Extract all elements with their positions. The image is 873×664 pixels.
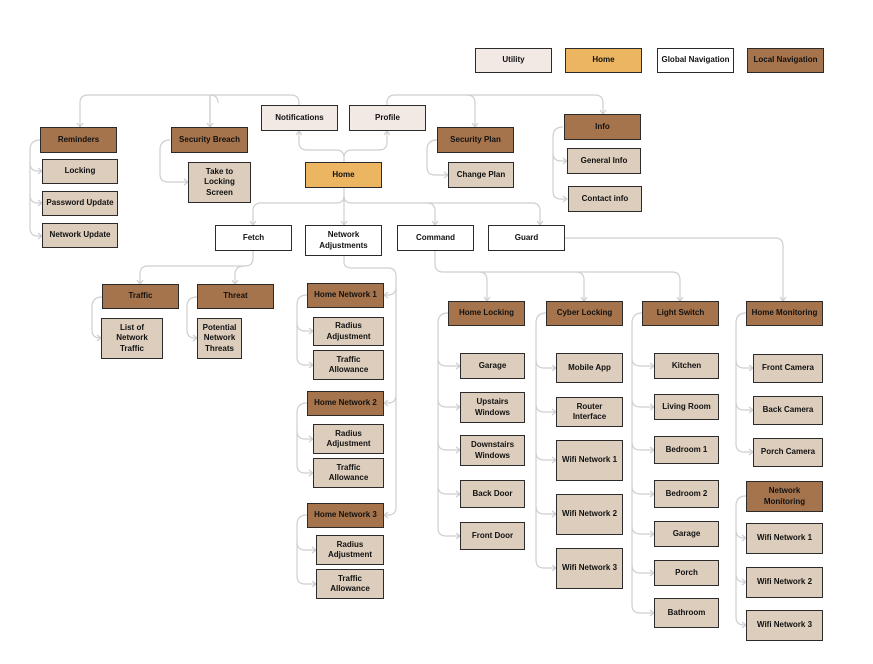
node-home: Home: [305, 162, 382, 188]
node-cl-wifi2: Wifi Network 2: [556, 494, 623, 535]
connector-line: [631, 564, 654, 574]
connector-line: [535, 403, 556, 413]
node-hn1-radius: Radius Adjustment: [313, 317, 384, 346]
connector-line: [631, 525, 654, 535]
node-security-plan: Security Plan: [437, 127, 514, 153]
node-cl-router: Router Interface: [556, 397, 623, 427]
connector-line: [427, 202, 541, 225]
node-ls-garage: Garage: [654, 521, 719, 547]
node-fetch: Fetch: [215, 225, 292, 251]
connector-line: [343, 131, 388, 159]
node-hn3: Home Network 3: [307, 503, 384, 528]
node-change-plan: Change Plan: [448, 162, 514, 188]
legend-item-utility: Utility: [475, 48, 552, 73]
node-hl-garage: Garage: [460, 353, 525, 379]
node-hl-upstairs: Upstairs Windows: [460, 392, 525, 423]
node-network-monitoring: Network Monitoring: [746, 481, 823, 512]
connector-line: [209, 94, 219, 104]
node-nm-wifi3: Wifi Network 3: [746, 610, 823, 641]
node-info: Info: [564, 114, 641, 140]
node-hn2-traffic: Traffic Allowance: [313, 458, 384, 488]
legend-item-global: Global Navigation: [657, 48, 734, 73]
node-potential-threats: Potential Network Threats: [197, 318, 242, 359]
connector-line: [565, 237, 784, 301]
connector-line: [437, 398, 460, 408]
connector-line: [631, 398, 654, 408]
node-hn2-radius: Radius Adjustment: [313, 424, 384, 454]
connector-line: [735, 495, 747, 626]
node-home-monitoring: Home Monitoring: [746, 301, 823, 326]
node-hm-porch: Porch Camera: [753, 438, 823, 467]
connector-line: [535, 359, 556, 369]
node-hn2: Home Network 2: [307, 391, 384, 416]
node-take-to-locking: Take to Locking Screen: [188, 162, 251, 203]
node-home-locking: Home Locking: [448, 301, 525, 326]
node-command: Command: [397, 225, 474, 251]
node-hl-front-door: Front Door: [460, 522, 525, 550]
connector-line: [466, 94, 476, 127]
node-reminders: Reminders: [40, 127, 117, 153]
node-cl-wifi3: Wifi Network 3: [556, 548, 623, 589]
node-hm-front: Front Camera: [753, 354, 823, 383]
legend-item-local: Local Navigation: [747, 48, 824, 73]
node-ls-bathroom: Bathroom: [654, 598, 719, 628]
node-contact-info: Contact info: [568, 186, 642, 212]
node-hl-downstairs: Downstairs Windows: [460, 435, 525, 466]
node-hl-back-door: Back Door: [460, 480, 525, 508]
node-cl-wifi1: Wifi Network 1: [556, 440, 623, 481]
node-ls-kitchen: Kitchen: [654, 353, 719, 379]
node-hn3-radius: Radius Adjustment: [316, 535, 384, 565]
node-password-update: Password Update: [42, 191, 118, 216]
node-traffic: Traffic: [102, 284, 179, 309]
node-light-switch: Light Switch: [642, 301, 719, 326]
connector-line: [478, 271, 488, 301]
node-general-info: General Info: [567, 148, 641, 174]
connector-line: [631, 357, 654, 367]
node-notifications: Notifications: [261, 105, 338, 131]
connector-line: [735, 312, 753, 453]
connector-line: [29, 139, 42, 237]
node-hm-back: Back Camera: [753, 396, 823, 425]
node-security-breach: Security Breach: [171, 127, 248, 153]
node-ls-porch: Porch: [654, 560, 719, 586]
node-hn1: Home Network 1: [307, 283, 384, 308]
connector-line: [535, 312, 556, 569]
node-hn3-traffic: Traffic Allowance: [316, 569, 384, 599]
node-ls-bed1: Bedroom 1: [654, 436, 719, 464]
connector-line: [575, 271, 585, 301]
connector-line: [437, 485, 460, 495]
node-threat: Threat: [197, 284, 274, 309]
connector-line: [535, 451, 556, 461]
connector-line: [535, 505, 556, 515]
connector-line: [186, 296, 198, 339]
connector-line: [437, 441, 460, 451]
node-profile: Profile: [349, 105, 426, 131]
node-nm-wifi1: Wifi Network 1: [746, 523, 823, 554]
connector-line: [437, 312, 460, 537]
legend-item-home: Home: [565, 48, 642, 73]
node-ls-living: Living Room: [654, 394, 719, 420]
node-guard: Guard: [488, 225, 565, 251]
node-ls-bed2: Bedroom 2: [654, 480, 719, 508]
connector-line: [139, 251, 254, 284]
node-list-traffic: List of Network Traffic: [101, 318, 163, 359]
node-cyber-locking: Cyber Locking: [546, 301, 623, 326]
sitemap-diagram: Utility Home Global Navigation Local Naviga…: [0, 0, 873, 664]
node-hn1-traffic: Traffic Allowance: [313, 350, 384, 380]
node-network-adjustments: Network Adjustments: [305, 225, 382, 256]
node-network-update: Network Update: [42, 223, 118, 248]
connector-line: [343, 195, 436, 225]
connector-line: [434, 251, 681, 301]
connector-line: [296, 541, 316, 551]
node-nm-wifi2: Wifi Network 2: [746, 567, 823, 598]
node-cl-mobile: Mobile App: [556, 353, 623, 383]
connector-line: [252, 195, 345, 225]
connector-line: [298, 131, 345, 162]
connector-line: [631, 441, 654, 451]
connector-line: [437, 357, 460, 367]
node-locking: Locking: [42, 159, 118, 184]
connector-line: [631, 312, 654, 614]
connector-line: [631, 485, 654, 495]
